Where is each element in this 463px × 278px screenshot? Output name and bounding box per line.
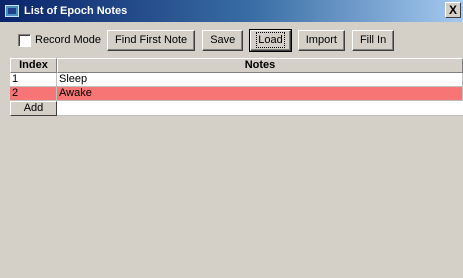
column-header-index[interactable]: Index (10, 58, 57, 73)
save-label: Save (210, 34, 236, 46)
record-mode-checkbox[interactable] (18, 33, 31, 47)
row-note-cell[interactable]: Awake (57, 87, 463, 101)
new-note-cell[interactable] (57, 101, 463, 116)
toolbar: Record Mode Find First Note Save Load Im… (0, 22, 463, 58)
fill-in-button[interactable]: Fill In (351, 29, 395, 51)
save-button[interactable]: Save (202, 29, 244, 51)
grid-body: 1 Sleep 2 Awake (10, 73, 463, 101)
find-first-note-button[interactable]: Find First Note (107, 29, 196, 51)
grid-header: Index Notes (10, 58, 463, 73)
row-index-cell[interactable]: 2 (10, 87, 57, 101)
close-button[interactable]: X (445, 2, 461, 18)
record-mode-label[interactable]: Record Mode (35, 34, 101, 46)
fill-in-label: Fill In (359, 34, 387, 46)
import-label: Import (305, 34, 337, 46)
table-row[interactable]: 1 Sleep (10, 73, 463, 87)
epoch-notes-grid: Index Notes 1 Sleep 2 Awake Add (10, 58, 463, 117)
column-header-notes[interactable]: Notes (57, 58, 463, 73)
add-button[interactable]: Add (10, 101, 57, 116)
row-note-cell[interactable]: Sleep (57, 73, 463, 87)
find-first-note-label: Find First Note (115, 34, 188, 46)
add-row: Add (10, 101, 463, 117)
load-button[interactable]: Load (249, 28, 292, 52)
app-window-icon (5, 5, 19, 17)
table-row[interactable]: 2 Awake (10, 87, 463, 101)
load-label: Load (256, 32, 285, 48)
row-index-cell[interactable]: 1 (10, 73, 57, 87)
title-bar: List of Epoch Notes X (0, 0, 463, 22)
import-button[interactable]: Import (297, 29, 345, 51)
window-title: List of Epoch Notes (24, 5, 128, 17)
